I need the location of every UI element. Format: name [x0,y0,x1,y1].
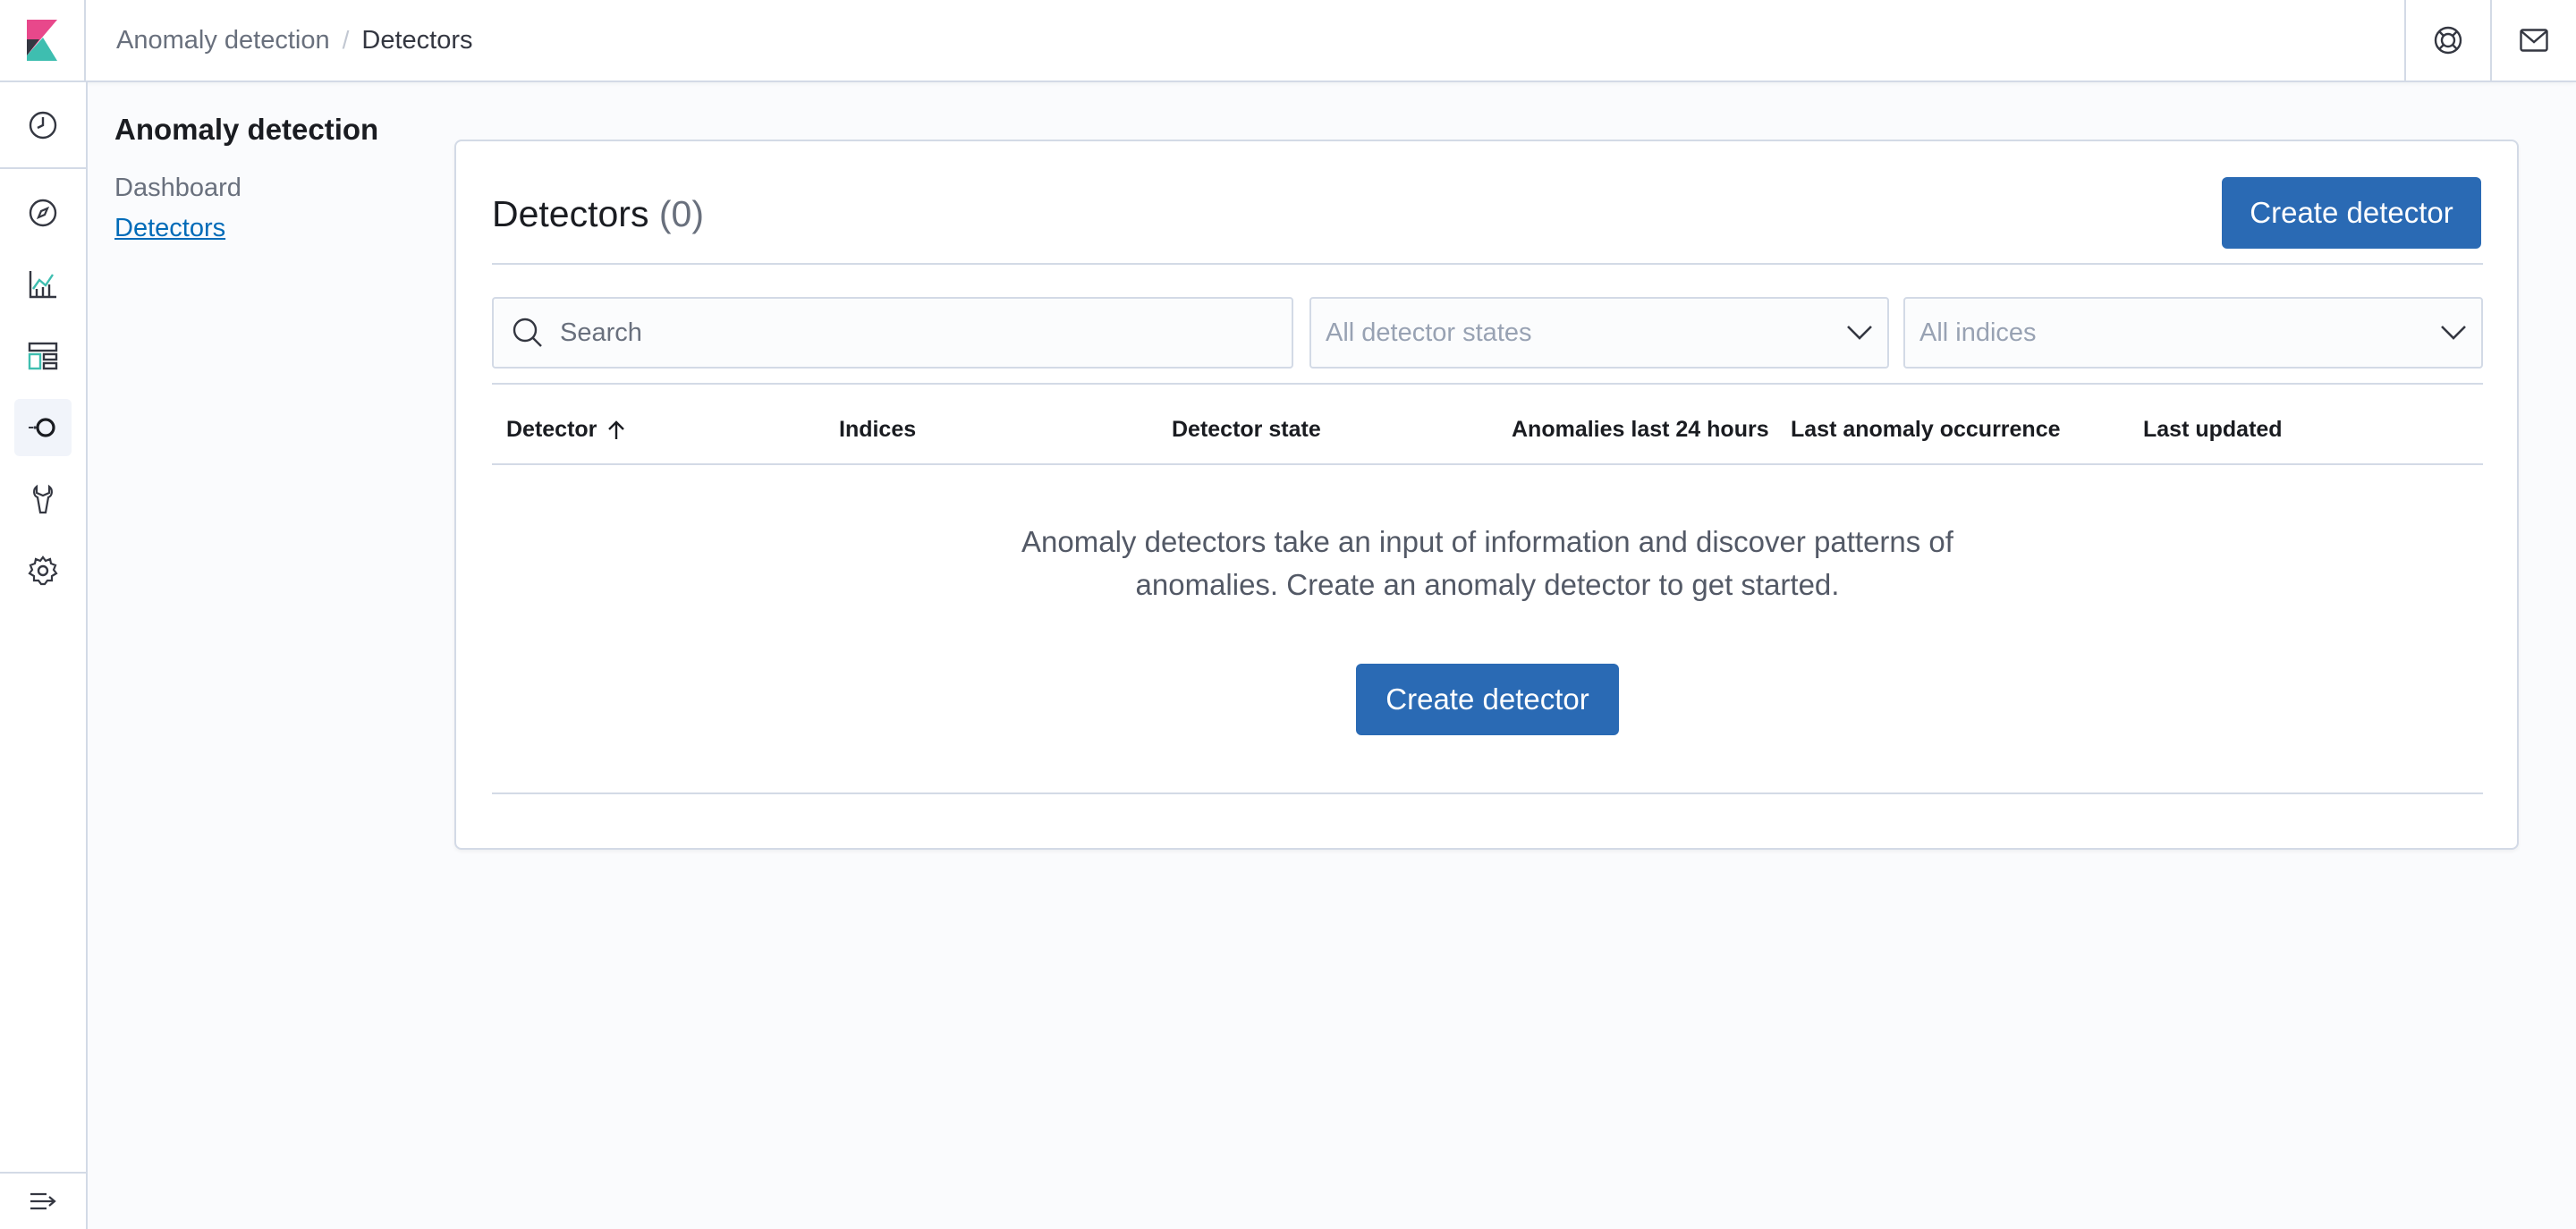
chevron-down-icon [2441,326,2466,340]
top-header: Anomaly detection / Detectors [0,0,2576,82]
chevron-down-icon [1847,326,1872,340]
empty-state-message: Anomaly detectors take an input of infor… [492,521,2483,606]
nav-divider [0,167,86,169]
column-header-last-anomaly[interactable]: Last anomaly occurrence [1791,417,2061,443]
plugin-sidebar: Anomaly detection Dashboard Detectors [114,113,378,243]
table-top-divider [492,383,2483,385]
help-button[interactable] [2404,0,2490,81]
search-input[interactable]: Search [492,297,1293,369]
sort-ascending-icon [608,420,625,439]
table-bottom-divider [492,792,2483,794]
detector-state-select[interactable]: All detector states [1309,297,1889,369]
kibana-logo-icon [27,20,57,61]
nav-dev-tools[interactable] [14,470,72,528]
mail-icon [2520,29,2548,52]
visualize-icon [29,271,56,299]
header-actions [2404,0,2576,82]
compass-icon [29,199,57,227]
nav-discover[interactable] [14,184,72,242]
wrench-icon [33,484,53,514]
dashboard-icon [28,342,58,370]
column-header-indices[interactable]: Indices [839,417,916,443]
sidebar-title: Anomaly detection [114,113,379,146]
search-placeholder: Search [560,318,642,347]
collapse-menu-icon [30,1192,56,1210]
column-header-anomalies-24h[interactable]: Anomalies last 24 hours [1512,417,1769,443]
indices-value: All indices [1919,318,2037,347]
empty-state-create-detector-button[interactable]: Create detector [1356,664,1619,735]
nav-management[interactable] [14,542,72,599]
column-header-detector-state[interactable]: Detector state [1172,417,1321,443]
newsfeed-button[interactable] [2490,0,2576,81]
nav-collapse-toggle[interactable] [0,1172,86,1229]
sidebar-item-detectors[interactable]: Detectors [114,214,378,243]
breadcrumb: Anomaly detection / Detectors [86,26,472,55]
nav-dashboard[interactable] [14,327,72,385]
detector-state-value: All detector states [1326,318,1532,347]
gear-icon [28,555,58,586]
column-header-detector[interactable]: Detector [506,417,627,443]
detector-count: (0) [658,193,704,234]
detectors-panel: Detectors (0) Create detector Search All… [454,140,2519,850]
page-title-text: Detectors [492,193,649,234]
side-nav [0,82,88,1229]
kibana-logo[interactable] [0,0,86,81]
empty-state-line-2: anomalies. Create an anomaly detector to… [1135,568,1840,601]
search-icon [512,317,544,349]
create-detector-button[interactable]: Create detector [2222,177,2481,249]
header-divider [492,263,2483,265]
anomaly-detection-icon [29,418,55,437]
breadcrumb-separator: / [342,26,350,54]
indices-select[interactable]: All indices [1903,297,2483,369]
help-icon [2434,26,2462,55]
sidebar-item-dashboard[interactable]: Dashboard [114,174,378,203]
empty-state-line-1: Anomaly detectors take an input of infor… [1021,525,1953,558]
nav-visualize[interactable] [14,256,72,313]
breadcrumb-parent[interactable]: Anomaly detection [116,26,330,55]
nav-anomaly-detection[interactable] [14,399,72,456]
page-title: Detectors (0) [492,193,704,235]
table-header-divider [492,463,2483,465]
breadcrumb-current: Detectors [361,25,473,55]
nav-recently-viewed[interactable] [14,97,72,154]
clock-icon [29,111,57,140]
column-header-last-updated[interactable]: Last updated [2143,417,2283,443]
